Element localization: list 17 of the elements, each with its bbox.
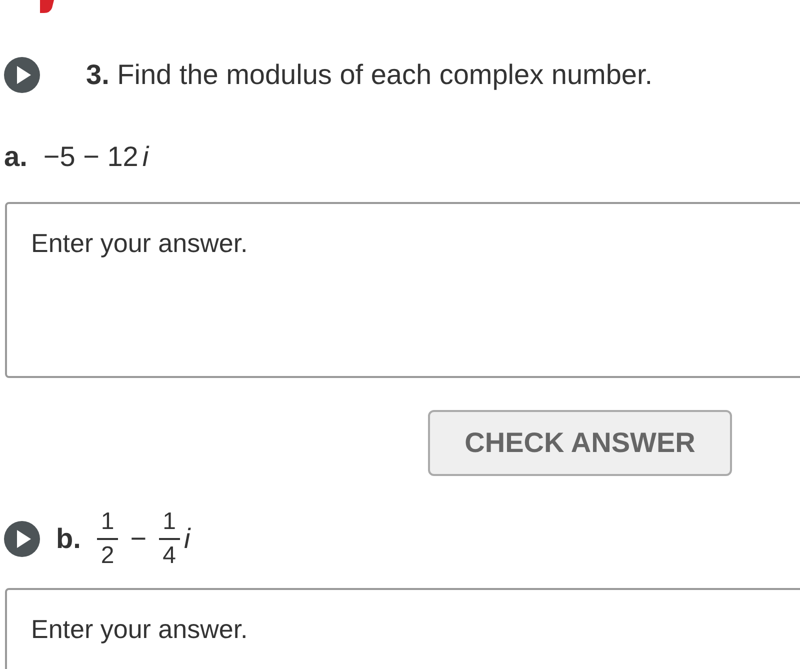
expression-text: −5 − 12 — [43, 140, 138, 174]
imaginary-unit: i — [142, 140, 149, 174]
expression-text: − — [130, 522, 147, 556]
denominator: 4 — [162, 541, 177, 568]
imaginary-unit: i — [184, 522, 190, 556]
part-label: b. — [56, 522, 81, 556]
play-icon[interactable] — [4, 57, 40, 93]
letter-fragment-drawing — [40, 0, 54, 14]
answer-field[interactable]: Enter your answer. — [5, 588, 800, 669]
numerator: 1 — [96, 510, 118, 540]
answer-field[interactable]: Enter your answer. — [5, 202, 800, 378]
numerator: 1 — [158, 510, 180, 540]
play-icon[interactable] — [4, 521, 40, 557]
question-text: 3. Find the modulus of each complex number. — [86, 58, 653, 92]
denominator: 2 — [100, 541, 116, 568]
check-answer-button[interactable]: CHECK ANSWER — [428, 410, 732, 476]
part-label: a. — [4, 140, 28, 174]
